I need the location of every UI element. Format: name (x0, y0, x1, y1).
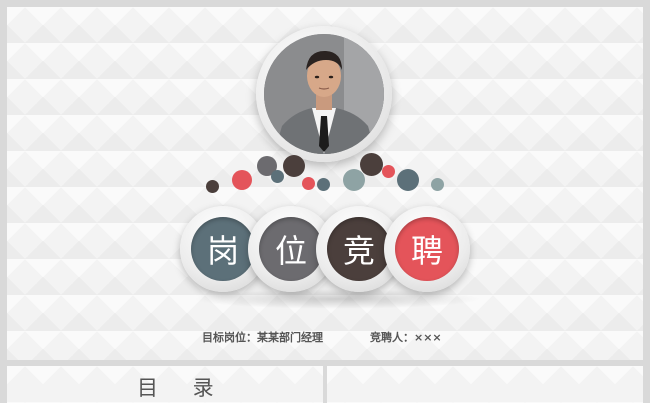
applicant-label: 竞聘人： (370, 331, 414, 344)
title-circle-4: 聘 (384, 206, 470, 292)
title-char-gang: 岗 (191, 217, 255, 281)
portrait-frame (256, 26, 392, 162)
title-char-jing: 竞 (327, 217, 391, 281)
title-shadow (192, 289, 482, 309)
cover-slide: 岗 位 竞 聘 目标岗位：某某部门经理 竞聘人：××× (7, 7, 643, 360)
target-position: 目标岗位：某某部门经理 (202, 329, 323, 345)
applicant-value: ××× (414, 331, 442, 344)
decor-dot (271, 170, 284, 183)
decor-dot (397, 169, 419, 191)
decor-dot (283, 155, 305, 177)
decor-dot (431, 178, 444, 191)
man-in-suit-image (264, 34, 384, 154)
next-slide-toc[interactable]: 目 录 (7, 366, 323, 403)
decor-dot (206, 180, 219, 193)
portrait-photo (264, 34, 384, 154)
next-slide-2[interactable] (327, 366, 643, 403)
toc-title: 目 录 (137, 376, 228, 400)
title-char-pin: 聘 (395, 217, 459, 281)
decor-dot (382, 165, 395, 178)
title-char-wei: 位 (259, 217, 323, 281)
decor-dot (317, 178, 330, 191)
target-position-label: 目标岗位： (202, 331, 257, 344)
decor-dot (232, 170, 252, 190)
applicant: 竞聘人：××× (370, 329, 442, 345)
decor-dot (360, 153, 383, 176)
target-position-value: 某某部门经理 (257, 331, 323, 344)
decor-dot (302, 177, 315, 190)
decor-dot (343, 169, 365, 191)
